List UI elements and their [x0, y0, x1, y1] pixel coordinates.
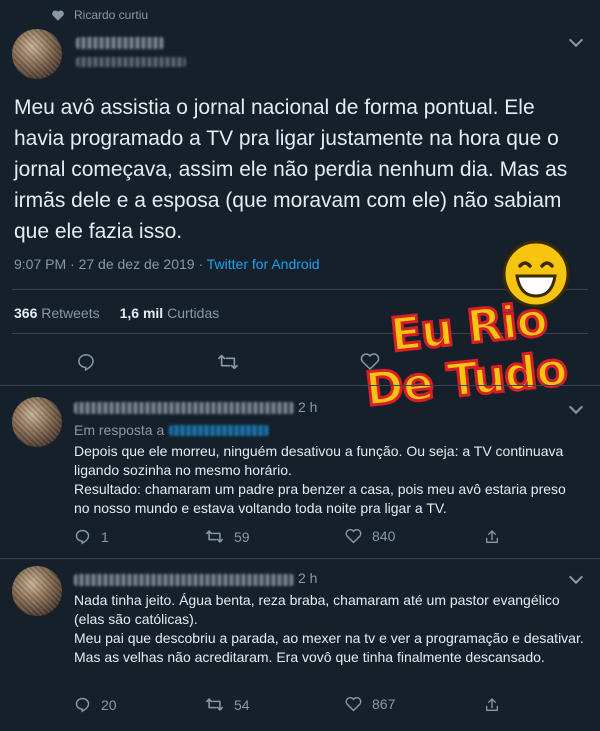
reply-icon	[75, 529, 90, 545]
heart-icon	[345, 528, 362, 544]
reply-time[interactable]: 2 h	[298, 570, 317, 586]
reply-paragraph: Meu pai que descobriu a parada, ao mexer…	[74, 630, 584, 646]
reply-icon	[75, 697, 90, 713]
like-count-button[interactable]: 867	[345, 696, 395, 712]
likes-label: Curtidas	[167, 305, 220, 321]
in-reply-to-label: Em resposta a	[74, 422, 165, 438]
reply-icon	[78, 354, 94, 372]
heart-icon	[345, 696, 362, 712]
chevron-down-icon[interactable]	[568, 32, 584, 48]
like-count: 867	[372, 696, 396, 712]
reply-count-button[interactable]: 20	[74, 696, 117, 713]
social-context: Ricardo curtiu	[52, 8, 148, 22]
reply-to-handle-redacted[interactable]	[169, 424, 270, 436]
chevron-down-icon[interactable]	[568, 569, 584, 585]
divider	[0, 558, 600, 559]
reply-time[interactable]: 2 h	[298, 399, 317, 415]
reply-count-button[interactable]: 1	[74, 528, 109, 545]
likes-count: 1,6 mil	[119, 305, 164, 321]
retweet-icon	[205, 530, 223, 543]
tweet-time[interactable]: 9:07 PM · 27 de dez de 2019 ·	[14, 256, 207, 272]
reply-author-redacted[interactable]	[74, 402, 294, 414]
reply-paragraph: Resultado: chamaram um padre pra benzer …	[74, 481, 566, 516]
retweet-count-button[interactable]: 59	[205, 528, 250, 545]
reply-count: 1	[101, 528, 109, 545]
reply-paragraph: Nada tinha jeito. Água benta, reza braba…	[74, 592, 560, 627]
like-count-button[interactable]: 840	[345, 528, 395, 544]
share-icon	[486, 530, 498, 543]
share-button[interactable]	[484, 696, 500, 714]
share-icon	[486, 698, 498, 711]
reply-button[interactable]	[76, 352, 96, 372]
reply-count: 20	[101, 696, 117, 713]
avatar[interactable]	[12, 29, 62, 79]
retweets-count: 366	[14, 305, 38, 321]
tweet-source[interactable]: Twitter for Android	[207, 256, 320, 272]
avatar[interactable]	[12, 566, 62, 616]
retweet-count: 54	[234, 696, 250, 713]
author-handle-redacted[interactable]	[76, 57, 186, 67]
tweet-meta: 9:07 PM · 27 de dez de 2019 · Twitter fo…	[14, 256, 320, 272]
likes-stat[interactable]: 1,6 mil Curtidas	[120, 305, 220, 321]
retweet-icon	[205, 698, 223, 711]
reply-body: Depois que ele morreu, ninguém desativou…	[74, 442, 584, 518]
avatar[interactable]	[12, 397, 62, 447]
in-reply-to: Em resposta a	[74, 422, 270, 438]
reply-body: Nada tinha jeito. Água benta, reza braba…	[74, 591, 584, 667]
tweet-stats: 366 Retweets 1,6 mil Curtidas	[14, 305, 219, 321]
retweets-stat[interactable]: 366 Retweets	[14, 305, 100, 321]
retweet-button[interactable]	[217, 352, 239, 372]
watermark-logo: Eu Rio De Tudo	[360, 240, 590, 430]
liked-by-text[interactable]: Ricardo curtiu	[74, 8, 148, 22]
tweet-text: Meu avô assistia o jornal nacional de fo…	[14, 96, 568, 243]
retweet-count: 59	[234, 528, 250, 545]
like-count: 840	[372, 528, 396, 544]
divider	[0, 385, 600, 386]
retweet-count-button[interactable]: 54	[205, 696, 250, 713]
retweets-label: Retweets	[41, 305, 100, 321]
reply-paragraph: Depois que ele morreu, ninguém desativou…	[74, 443, 564, 478]
share-button[interactable]	[484, 528, 500, 546]
reply-paragraph: Mas as velhas não acreditaram. Era vovô …	[74, 649, 545, 665]
retweet-icon	[218, 354, 238, 370]
author-name-redacted[interactable]	[76, 37, 164, 49]
heart-icon	[52, 9, 64, 21]
reply-author-redacted[interactable]	[74, 574, 294, 586]
